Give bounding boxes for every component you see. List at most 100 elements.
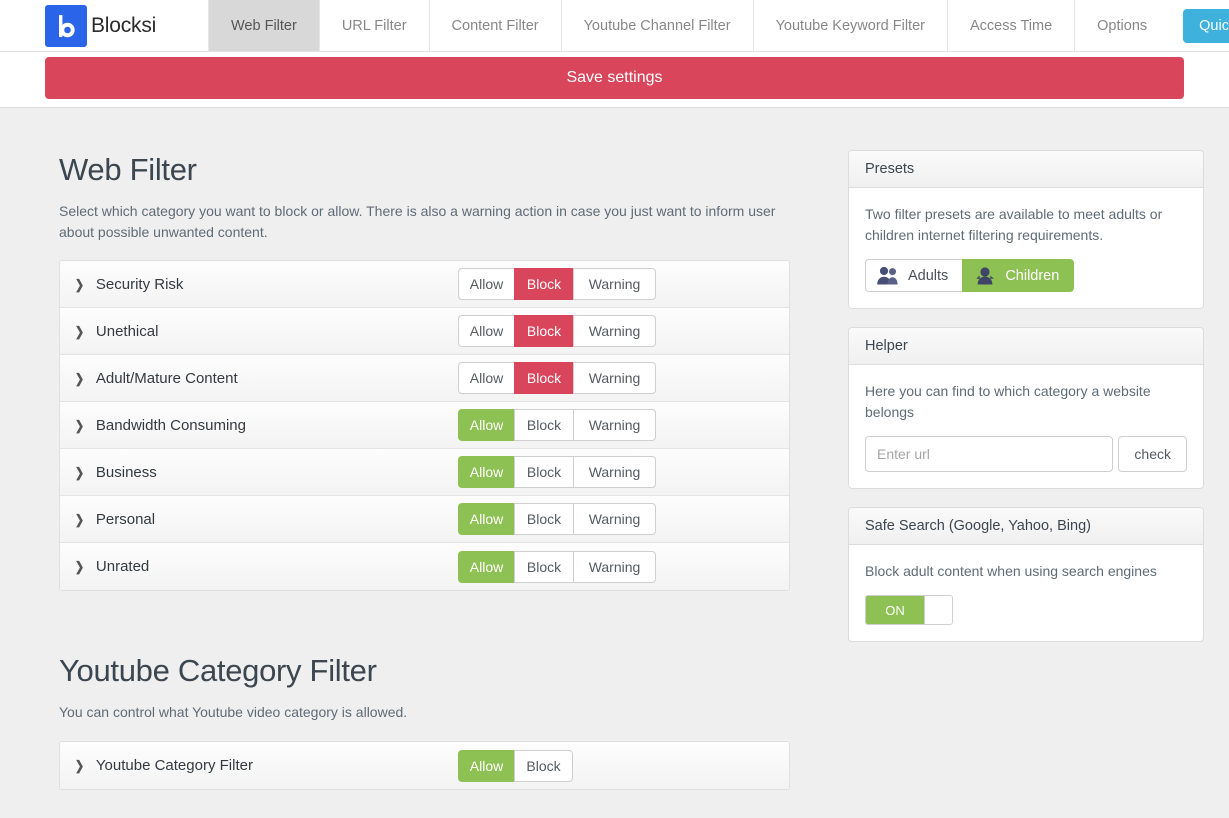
tab-content-filter[interactable]: Content Filter [428,0,561,51]
category-name: Personal [95,510,156,528]
child-icon [973,266,997,285]
action-button-group: Allow Block Warning [458,503,656,535]
allow-button[interactable]: Allow [458,749,514,782]
safe-search-panel-title: Safe Search (Google, Yahoo, Bing) [849,508,1203,545]
safe-search-panel-body: Block adult content when using search en… [849,545,1203,641]
category-name: Security Risk [95,275,184,293]
allow-button[interactable]: Allow [458,409,514,441]
chevron-right-icon[interactable]: ❯ [75,466,84,479]
helper-panel: Helper Here you can find to which catego… [848,327,1204,489]
youtube-filter-title: Youtube Category Filter [59,653,377,688]
warning-button[interactable]: Warning [573,550,656,583]
tab-options[interactable]: Options [1074,0,1170,51]
safe-search-toggle[interactable]: ON [865,595,953,625]
warning-button[interactable]: Warning [573,362,656,394]
tab-access-time[interactable]: Access Time [946,0,1075,51]
table-row[interactable]: ❯ Youtube Category Filter Allow Block [60,742,789,789]
chevron-right-icon[interactable]: ❯ [75,560,84,573]
preset-children-button[interactable]: Children [962,259,1075,292]
safe-search-panel: Safe Search (Google, Yahoo, Bing) Block … [848,507,1204,642]
block-button[interactable]: Block [514,749,573,782]
allow-button[interactable]: Allow [458,315,514,347]
warning-button[interactable]: Warning [573,409,656,441]
table-row[interactable]: ❯ Personal Allow Block Warning [60,496,789,543]
block-button[interactable]: Block [514,315,573,347]
warning-button[interactable]: Warning [573,268,656,300]
preset-button-group: Adults Children [865,259,1187,292]
chevron-right-icon[interactable]: ❯ [75,513,84,526]
chevron-right-icon[interactable]: ❯ [75,419,84,432]
action-button-group: Allow Block Warning [458,315,656,347]
safe-search-description: Block adult content when using search en… [865,563,1157,579]
blocksi-b-logo-icon [45,4,87,47]
helper-input-row: check [865,436,1187,472]
table-row[interactable]: ❯ Unrated Allow Block Warning [60,543,789,590]
presets-panel-body: Two filter presets are available to meet… [849,188,1203,308]
warning-button[interactable]: Warning [573,456,656,488]
table-row[interactable]: ❯ Business Allow Block Warning [60,449,789,496]
tab-url-filter[interactable]: URL Filter [318,0,429,51]
allow-button[interactable]: Allow [458,362,514,394]
tab-web-filter[interactable]: Web Filter [208,0,319,51]
helper-panel-title: Helper [849,328,1203,365]
category-name: Bandwidth Consuming [95,416,246,434]
nav-tabs: Web Filter URL Filter Content Filter You… [208,0,1229,51]
check-button[interactable]: check [1118,436,1187,472]
category-name: Unethical [95,322,159,340]
preset-children-label: Children [1005,267,1060,284]
app-header: Blocksi Web Filter URL Filter Content Fi… [0,0,1229,108]
preset-adults-button[interactable]: Adults [865,259,963,292]
preset-adults-label: Adults [908,267,949,284]
category-name: Adult/Mature Content [95,369,238,387]
youtube-filter-description: You can control what Youtube video categ… [59,704,408,720]
block-button[interactable]: Block [514,409,573,441]
helper-description: Here you can find to which category a we… [865,383,1151,420]
youtube-filter-list: ❯ Youtube Category Filter Allow Block [59,741,790,790]
block-button[interactable]: Block [514,503,573,535]
block-button[interactable]: Block [514,550,573,583]
presets-panel-title: Presets [849,151,1203,188]
block-button[interactable]: Block [514,362,573,394]
url-input[interactable] [865,436,1114,472]
main-column: Web Filter Select which category you wan… [45,108,820,790]
quick-setup-button[interactable]: Quick setup [1183,8,1229,43]
main-navbar: Blocksi Web Filter URL Filter Content Fi… [0,0,1229,52]
action-button-group: Allow Block Warning [458,409,656,441]
action-button-group: Allow Block Warning [458,550,656,583]
table-row[interactable]: ❯ Security Risk Allow Block Warning [60,261,789,308]
helper-panel-body: Here you can find to which category a we… [849,365,1203,488]
table-row[interactable]: ❯ Bandwidth Consuming Allow Block Warnin… [60,402,789,449]
page-content: Web Filter Select which category you wan… [0,108,1229,790]
brand-name: Blocksi [91,13,157,37]
chevron-right-icon[interactable]: ❯ [75,278,84,291]
category-name: Business [95,463,157,481]
allow-button[interactable]: Allow [458,268,514,300]
page-title: Web Filter [59,152,197,187]
category-name: Youtube Category Filter [95,757,253,774]
tab-youtube-keyword-filter[interactable]: Youtube Keyword Filter [752,0,947,51]
category-name: Unrated [95,558,150,575]
table-row[interactable]: ❯ Adult/Mature Content Allow Block Warni… [60,355,789,402]
save-settings-container: Save settings [0,52,1229,99]
two-adults-icon [876,266,900,285]
action-button-group: Allow Block [458,749,573,782]
chevron-right-icon[interactable]: ❯ [75,325,84,338]
presets-description: Two filter presets are available to meet… [865,206,1163,243]
allow-button[interactable]: Allow [458,456,514,488]
brand[interactable]: Blocksi [0,0,208,51]
warning-button[interactable]: Warning [573,315,656,347]
chevron-right-icon[interactable]: ❯ [75,372,84,385]
tab-youtube-channel-filter[interactable]: Youtube Channel Filter [560,0,753,51]
table-row[interactable]: ❯ Unethical Allow Block Warning [60,308,789,355]
warning-button[interactable]: Warning [573,503,656,535]
chevron-right-icon[interactable]: ❯ [75,759,84,772]
action-button-group: Allow Block Warning [458,456,656,488]
youtube-category-filter-section: Youtube Category Filter You can control … [45,653,820,790]
save-settings-button[interactable]: Save settings [45,57,1184,99]
block-button[interactable]: Block [514,268,573,300]
block-button[interactable]: Block [514,456,573,488]
action-button-group: Allow Block Warning [458,268,656,300]
sidebar-column: Presets Two filter presets are available… [848,108,1204,790]
allow-button[interactable]: Allow [458,503,514,535]
allow-button[interactable]: Allow [458,550,514,583]
